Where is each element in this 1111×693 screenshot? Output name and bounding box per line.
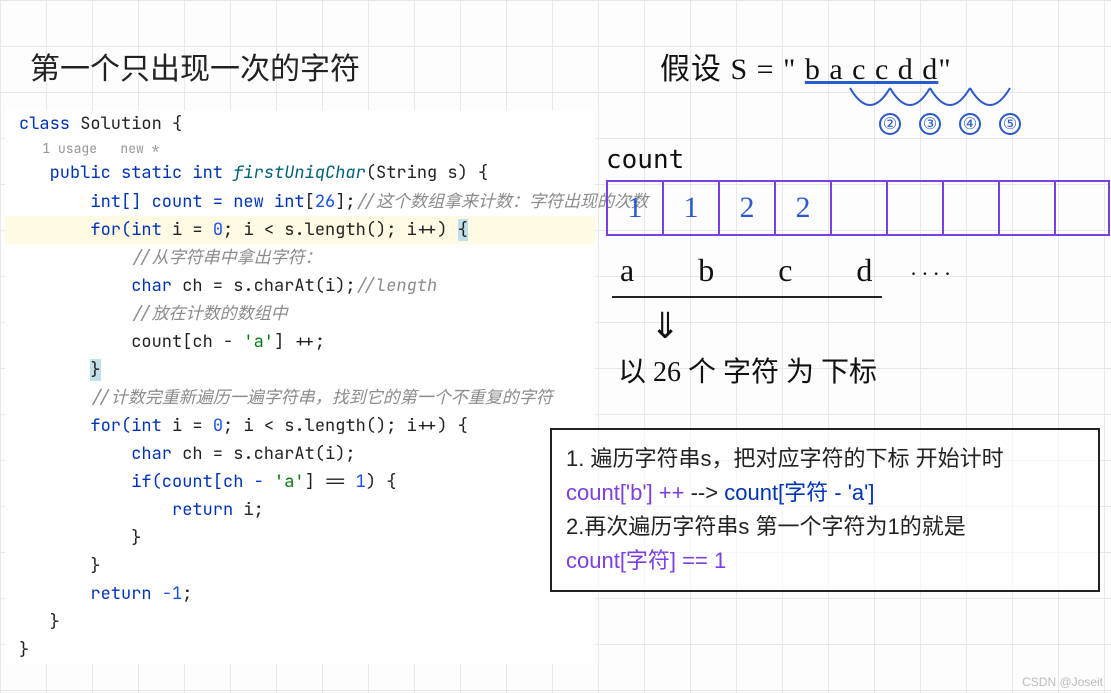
code-text: } (50, 611, 60, 633)
kw: public static int (50, 162, 234, 184)
code-text: i = (172, 415, 213, 437)
svg-text:②: ② (883, 116, 897, 133)
kw: int (131, 415, 172, 437)
code-text: } (19, 639, 29, 661)
comment: //这个数组拿来计数：字符出现的次数 (356, 191, 648, 213)
num: 26 (315, 191, 335, 213)
array-cell: 2 (718, 180, 774, 236)
code-text: (String s) { (366, 162, 488, 184)
index-letters: a b c d ···· (620, 252, 955, 289)
kw: return (90, 583, 161, 605)
watermark: CSDN @Joseit (1022, 675, 1103, 689)
kw: char (131, 275, 182, 297)
count-label: count (606, 145, 684, 175)
brace-hl: { (458, 219, 468, 241)
explanation-box: 1. 遍历字符串s，把对应字符的下标 开始计时 count['b'] ++ --… (550, 428, 1100, 592)
string: 'a' (243, 331, 274, 353)
note-line-2: count['b'] ++ --> count[字符 - 'a'] (566, 476, 1084, 510)
usage-hint: 1 usage new * (5, 138, 595, 159)
code-text: ] ++; (274, 331, 325, 353)
code-text: ch = s.charAt(i); (182, 275, 355, 297)
array-cell: 2 (774, 180, 830, 236)
subscript-note: 以 26 个 字符 为 下标 (618, 350, 877, 390)
code-text: } (90, 555, 100, 577)
kw: if(count[ch - (131, 471, 274, 493)
code-text: ; i < s.length(); i++) { (223, 415, 468, 437)
kw: for( (90, 415, 131, 437)
code-text: } (131, 527, 141, 549)
page-title: 第一个只出现一次的字符 (30, 44, 360, 88)
arc-diagram: ② ③ ④ ⑤ (840, 82, 1060, 137)
array-cell (830, 180, 886, 236)
code-block: class Solution { 1 usage new * public st… (5, 110, 595, 664)
comment: //放在计数的数组中 (131, 303, 287, 325)
code-text: ; i < s.length(); i++) (223, 219, 458, 241)
letters-underline (612, 296, 882, 298)
note-line-1: 1. 遍历字符串s，把对应字符的下标 开始计时 (566, 442, 1084, 476)
code-text: ; (182, 583, 192, 605)
kw: char (131, 443, 182, 465)
comment: //从字符串中拿出字符： (131, 247, 321, 269)
code-text: ] == (305, 471, 356, 493)
num: 0 (213, 219, 223, 241)
code-text: [ (305, 191, 315, 213)
kw: for( (90, 219, 131, 241)
num: -1 (162, 583, 182, 605)
down-arrow-icon: ⇓ (650, 305, 680, 347)
note-line-4: count[字符] == 1 (566, 544, 1084, 578)
svg-text:③: ③ (923, 116, 937, 133)
code-text: i; (243, 499, 263, 521)
kw: return (172, 499, 243, 521)
code-text: int[] count = (90, 191, 233, 213)
note-line-3: 2.再次遍历字符串s 第一个字符为1的就是 (566, 510, 1084, 544)
array-cell (1054, 180, 1110, 236)
code-text: Solution { (80, 113, 182, 135)
kw: int (131, 219, 172, 241)
string: 'a' (274, 471, 305, 493)
array-cell (886, 180, 942, 236)
code-text: ]; (335, 191, 355, 213)
array-cell: 1 (662, 180, 718, 236)
array-cell: 1 (606, 180, 662, 236)
method-name: firstUniqChar (233, 162, 366, 184)
code-text: count[ch - (131, 331, 243, 353)
code-text: ch = s.charAt(i); (182, 443, 355, 465)
comment: //length (356, 275, 438, 297)
svg-text:⑤: ⑤ (1003, 116, 1017, 133)
count-array: 1 1 2 2 (606, 180, 1110, 236)
comment: //计数完重新遍历一遍字符串，找到它的第一个不重复的字符 (90, 387, 552, 409)
num: 1 (356, 471, 366, 493)
array-cell (942, 180, 998, 236)
kw: new int (233, 191, 304, 213)
brace-hl: } (90, 359, 100, 381)
svg-text:④: ④ (963, 116, 977, 133)
num: 0 (213, 415, 223, 437)
array-cell (998, 180, 1054, 236)
code-text: ) { (366, 471, 397, 493)
kw-class: class (19, 113, 80, 135)
code-text: i = (172, 219, 213, 241)
